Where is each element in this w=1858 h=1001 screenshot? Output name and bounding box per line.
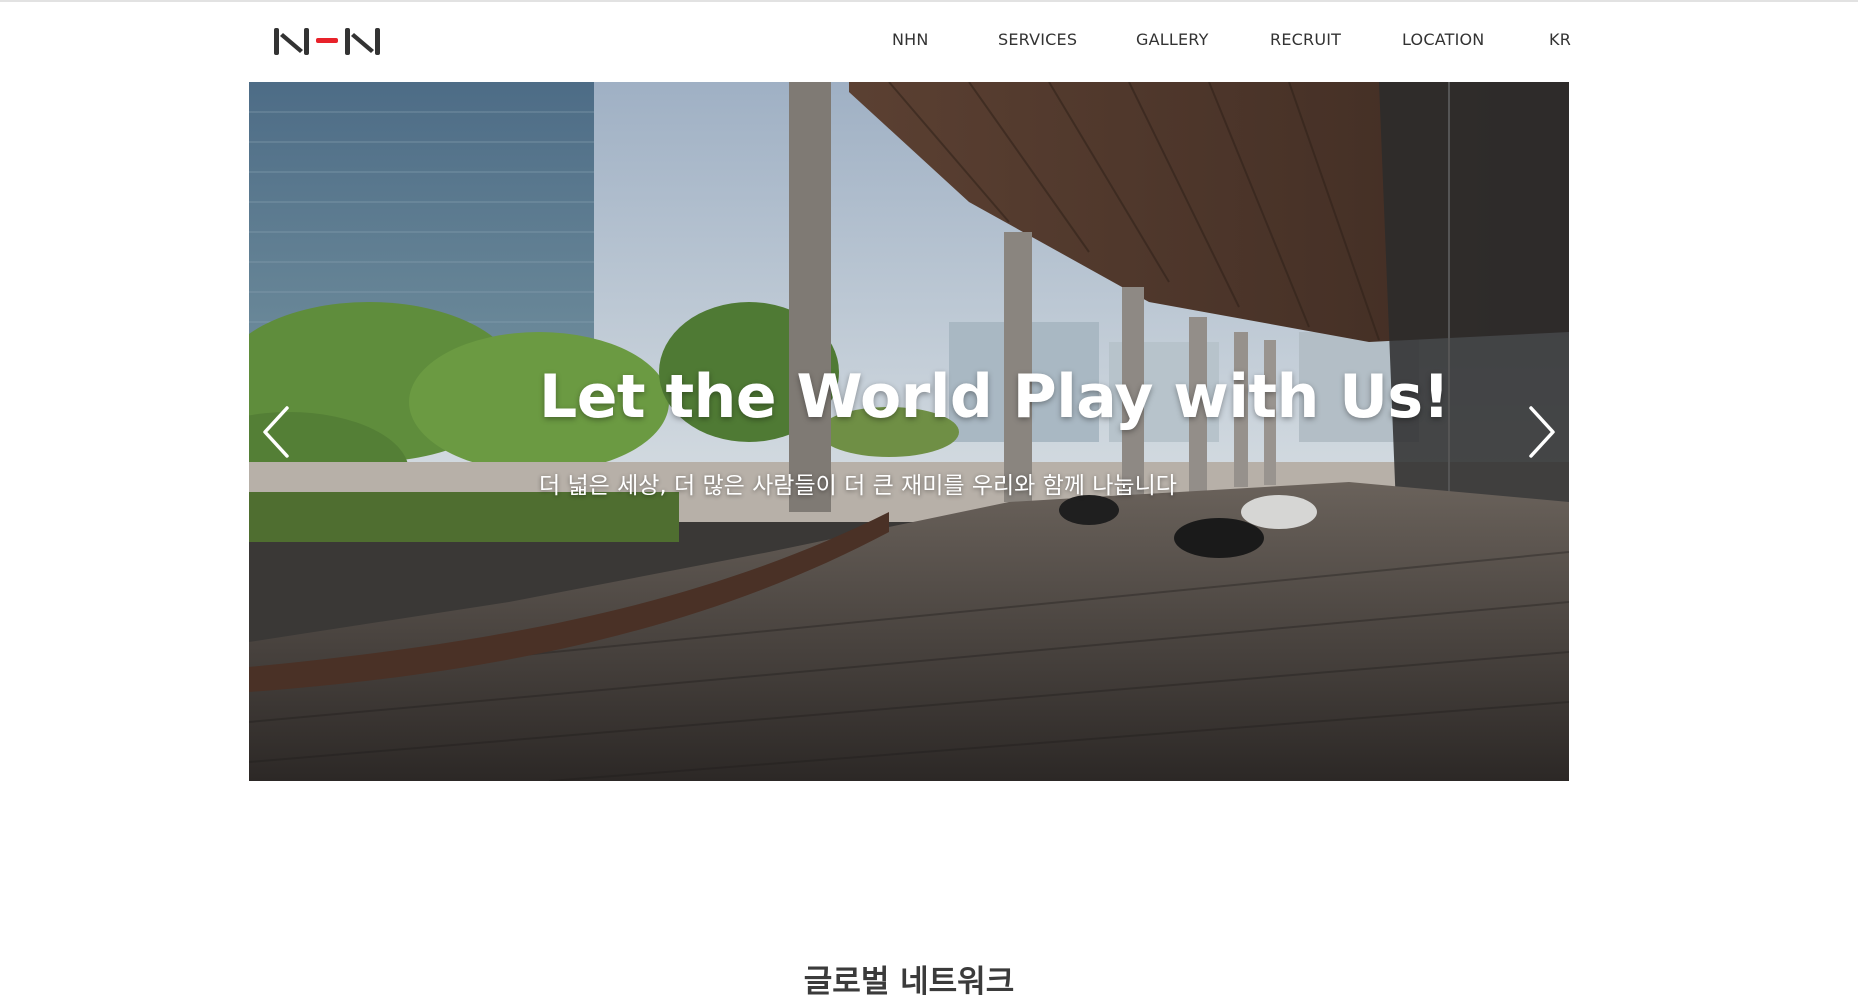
nav-item-gallery[interactable]: GALLERY <box>1136 30 1209 49</box>
nav-item-language[interactable]: KR <box>1549 30 1571 49</box>
hero-title: Let the World Play with Us! <box>539 362 1450 432</box>
nav-item-services[interactable]: SERVICES <box>998 30 1077 49</box>
nav-item-nhn[interactable]: NHN <box>892 30 929 49</box>
site-header: NHN SERVICES GALLERY RECRUIT LOCATION KR <box>0 2 1858 82</box>
slider-prev-button[interactable] <box>257 404 297 460</box>
section-title-global-network: 글로벌 네트워크 <box>803 963 1015 1000</box>
hero-subtitle: 더 넓은 세상, 더 많은 사람들이 더 큰 재미를 우리와 함께 나눕니다 <box>539 473 1177 499</box>
slider-next-button[interactable] <box>1521 404 1561 460</box>
hero-slider: Let the World Play with Us! 더 넓은 세상, 더 많… <box>249 82 1569 781</box>
main-nav: NHN SERVICES GALLERY RECRUIT LOCATION KR <box>0 30 1858 60</box>
chevron-left-icon <box>263 406 289 458</box>
nav-item-recruit[interactable]: RECRUIT <box>1270 30 1341 49</box>
nav-item-location[interactable]: LOCATION <box>1402 30 1484 49</box>
chevron-right-icon <box>1529 406 1555 458</box>
